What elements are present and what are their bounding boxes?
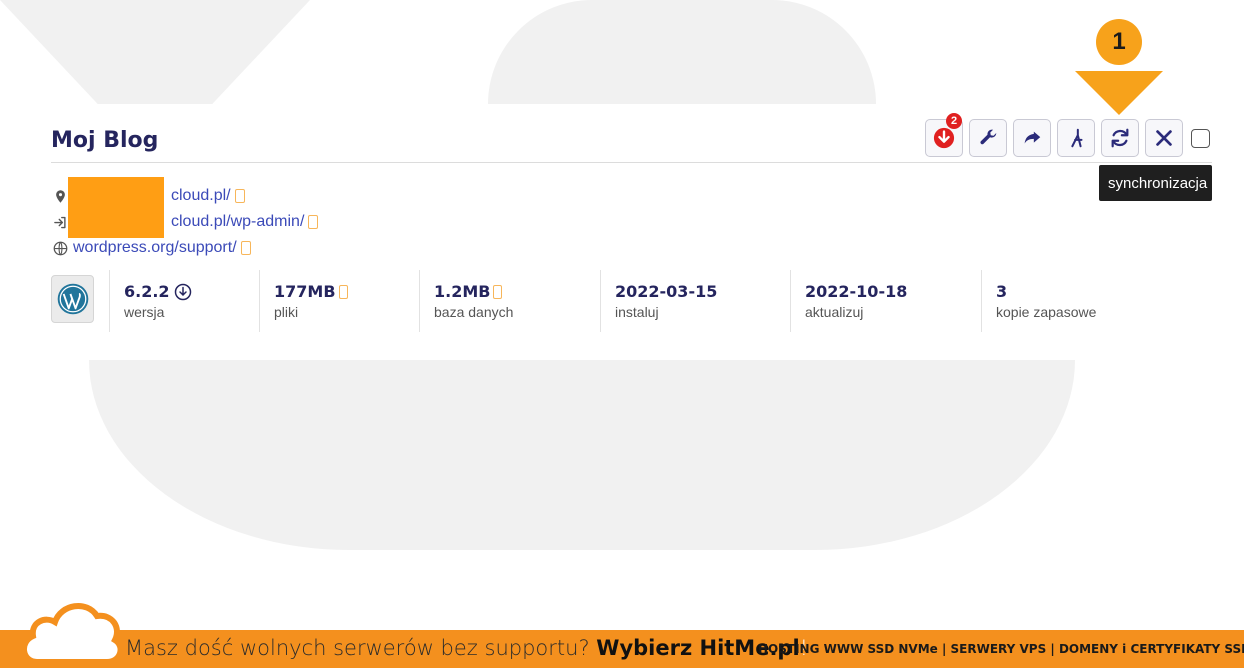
promo-text[interactable]: Masz dość wolnych serwerów bez supportu?… (125, 636, 808, 660)
files-label: pliki (274, 304, 299, 320)
copy-icon[interactable] (234, 189, 245, 203)
version-value: 6.2.2 (124, 282, 170, 301)
download-circle-icon[interactable] (174, 283, 192, 301)
share-arrow-icon (1024, 131, 1041, 144)
stat-database: 1.2MB baza danych (419, 270, 600, 332)
files-value: 177MB (274, 282, 336, 301)
support-url-link[interactable]: wordpress.org/support/ (73, 239, 237, 257)
admin-url-link[interactable]: cloud.pl/wp-admin/ (171, 213, 304, 231)
globe-icon (51, 239, 69, 257)
stat-updated: 2022-10-18 aktualizuj (790, 270, 981, 332)
refresh-icon (1111, 128, 1129, 148)
down-arrow-icon (1075, 71, 1163, 115)
installed-value: 2022-03-15 (615, 282, 718, 301)
updated-value: 2022-10-18 (805, 282, 908, 301)
cloud-logo-icon (21, 603, 124, 665)
site-url-link[interactable]: cloud.pl/ (171, 187, 231, 205)
wrench-icon (980, 129, 997, 145)
location-pin-icon (51, 187, 69, 205)
database-value: 1.2MB (434, 282, 491, 301)
title-divider (51, 162, 1212, 163)
select-site-checkbox[interactable] (1191, 128, 1210, 148)
sync-button[interactable] (1101, 119, 1139, 157)
redaction-block (68, 177, 164, 238)
updated-label: aktualizuj (805, 304, 864, 320)
copy-icon[interactable] (338, 284, 348, 299)
delete-button[interactable] (1145, 119, 1183, 157)
site-stats: 6.2.2 wersja 177MB pliki 1.2MB baza dany… (51, 270, 1161, 332)
tools-button[interactable] (969, 119, 1007, 157)
backups-label: kopie zapasowe (996, 304, 1097, 320)
sync-tooltip: synchronizacja (1099, 165, 1212, 201)
services-list[interactable]: HOSTING WWW SSD NVMe | SERWERY VPS | DOM… (758, 642, 1244, 656)
stat-installed: 2022-03-15 instaluj (600, 270, 790, 332)
share-button[interactable] (1013, 119, 1051, 157)
copy-icon[interactable] (493, 284, 503, 299)
stat-backups: 3 kopie zapasowe (981, 270, 1161, 332)
database-label: baza danych (434, 304, 514, 320)
background-shape-top (488, 0, 876, 104)
backups-value: 3 (996, 282, 1008, 301)
background-shape-middle (89, 360, 1075, 550)
step-number-badge: 1 (1096, 19, 1142, 65)
login-icon (51, 213, 69, 231)
update-count-badge: 2 (946, 113, 962, 129)
download-circle-icon (933, 127, 955, 149)
wordpress-logo-icon (51, 275, 94, 323)
copy-icon[interactable] (240, 241, 251, 255)
version-label: wersja (124, 304, 165, 320)
site-toolbar: 2 (925, 113, 1210, 157)
fork-icon (1071, 128, 1083, 148)
site-title: Moj Blog (51, 128, 159, 153)
copy-icon[interactable] (308, 215, 319, 229)
stat-version: 6.2.2 wersja (109, 270, 259, 332)
staging-button[interactable] (1057, 119, 1095, 157)
installed-label: instaluj (615, 304, 659, 320)
close-icon (1156, 130, 1172, 146)
stat-files: 177MB pliki (259, 270, 419, 332)
support-url-row: wordpress.org/support/ (51, 235, 318, 261)
update-button[interactable]: 2 (925, 113, 963, 157)
